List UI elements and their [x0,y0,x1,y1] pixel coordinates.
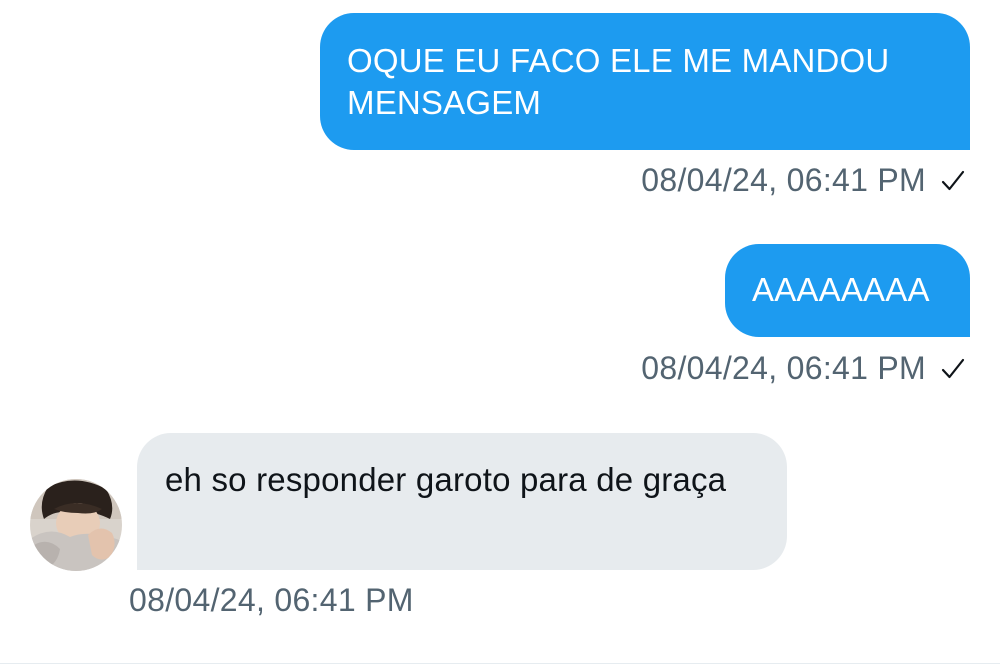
message-text: AAAAAAAA [752,271,930,308]
message-timestamp: 08/04/24, 06:41 PM [129,582,414,618]
incoming-message-bubble[interactable]: eh so responder garoto para de graça [137,433,787,570]
checkmark-icon [941,358,965,379]
message-timestamp: 08/04/24, 06:41 PM [641,350,926,386]
sender-avatar[interactable] [30,479,122,571]
message-text: eh so responder garoto para de graça [165,461,727,498]
conversation-thread: OQUE EU FACO ELE ME MANDOU MENSAGEM 08/0… [0,0,1000,670]
message-text: OQUE EU FACO ELE ME MANDOU MENSAGEM [347,42,890,121]
message-meta: 08/04/24, 06:41 PM [129,582,414,619]
outgoing-message-bubble[interactable]: OQUE EU FACO ELE ME MANDOU MENSAGEM [320,13,970,150]
checkmark-icon [941,170,965,191]
message-meta: 08/04/24, 06:41 PM [641,350,966,387]
message-timestamp: 08/04/24, 06:41 PM [641,162,926,198]
divider [0,663,1000,664]
avatar-photo [30,479,122,571]
message-meta: 08/04/24, 06:41 PM [641,162,966,199]
outgoing-message-bubble[interactable]: AAAAAAAA [725,244,970,337]
